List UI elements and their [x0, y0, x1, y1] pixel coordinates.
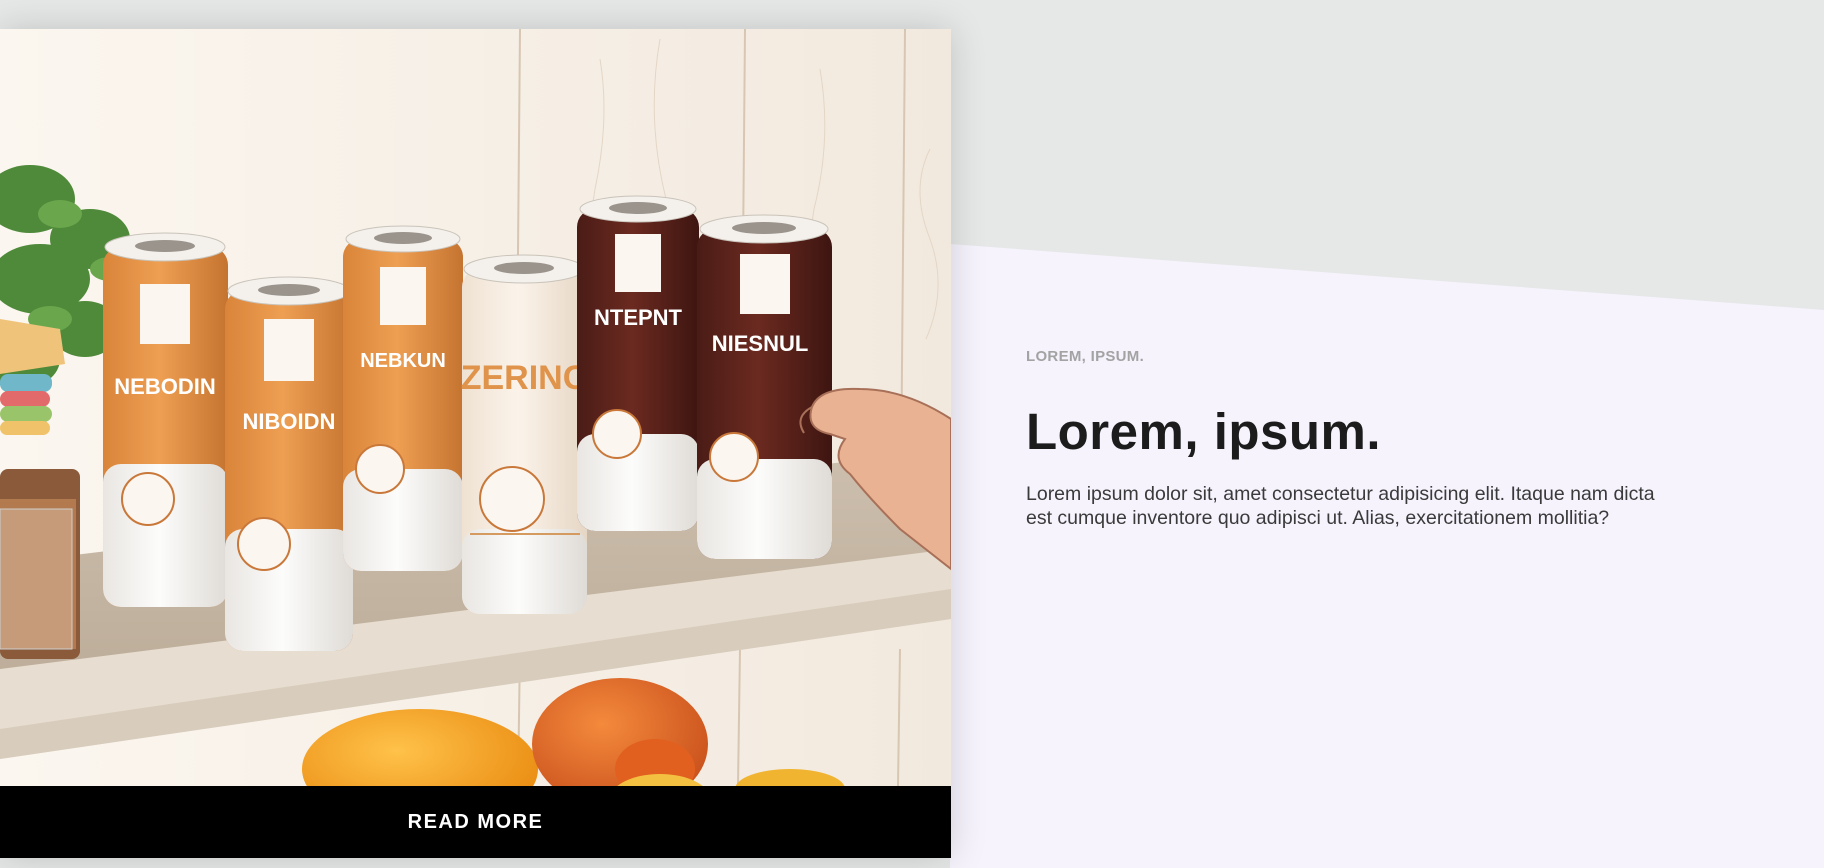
- article-card: NEBODIN NIBOIDN NEBKUN ZERINC NTEPNT NIE…: [0, 29, 951, 858]
- can-label-1: NEBODIN: [114, 374, 215, 399]
- can-label-5: NTEPNT: [594, 305, 683, 330]
- eyebrow-label: LOREM, IPSUM.: [1026, 348, 1145, 365]
- can-label-6: NIESNUL: [712, 331, 809, 356]
- can-label-4: ZERINC: [461, 359, 588, 397]
- article-title: Lorem, ipsum.: [1026, 403, 1382, 460]
- hero-image: NEBODIN NIBOIDN NEBKUN ZERINC NTEPNT NIE…: [0, 29, 951, 786]
- can-label-2: NIBOIDN: [243, 409, 336, 434]
- can-label-3: NEBKUN: [360, 350, 446, 372]
- article-description: Lorem ipsum dolor sit, amet consectetur …: [1026, 483, 1655, 529]
- read-more-button[interactable]: READ MORE: [0, 786, 951, 858]
